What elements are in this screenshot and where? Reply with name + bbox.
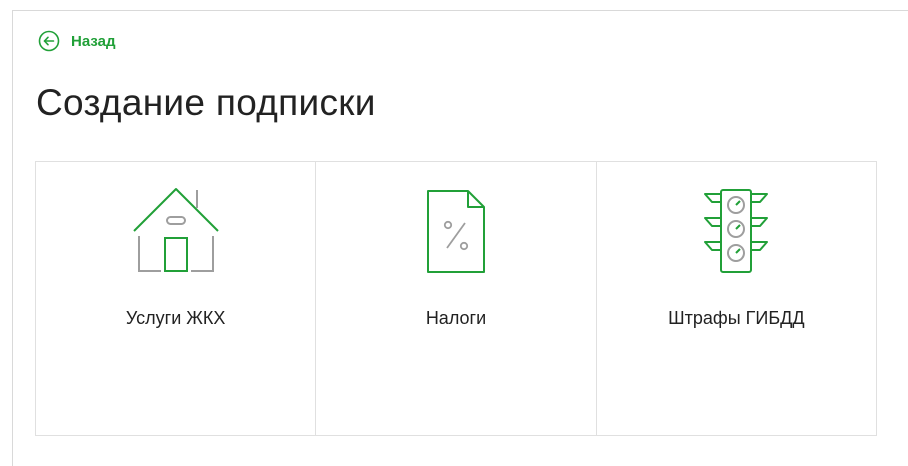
tile-label: Штрафы ГИБДД	[668, 308, 805, 328]
back-link[interactable]: Назад	[38, 30, 115, 52]
arrow-left-circle-icon	[38, 30, 60, 52]
tile-taxes[interactable]: Налоги	[316, 162, 597, 435]
tile-traffic-fines[interactable]: Штрафы ГИБДД	[597, 162, 876, 435]
tax-document-icon	[411, 184, 501, 276]
back-label: Назад	[71, 32, 116, 50]
house-icon	[131, 184, 221, 276]
tile-label: Услуги ЖКХ	[125, 308, 226, 328]
tile-utilities[interactable]: Услуги ЖКХ	[36, 162, 317, 435]
tile-label: Налоги	[425, 308, 487, 328]
page-title: Создание подписки	[36, 82, 376, 123]
traffic-light-icon	[691, 184, 781, 276]
subscription-categories: Услуги ЖКХ Налоги Штрафы ГИБДД	[35, 161, 877, 436]
